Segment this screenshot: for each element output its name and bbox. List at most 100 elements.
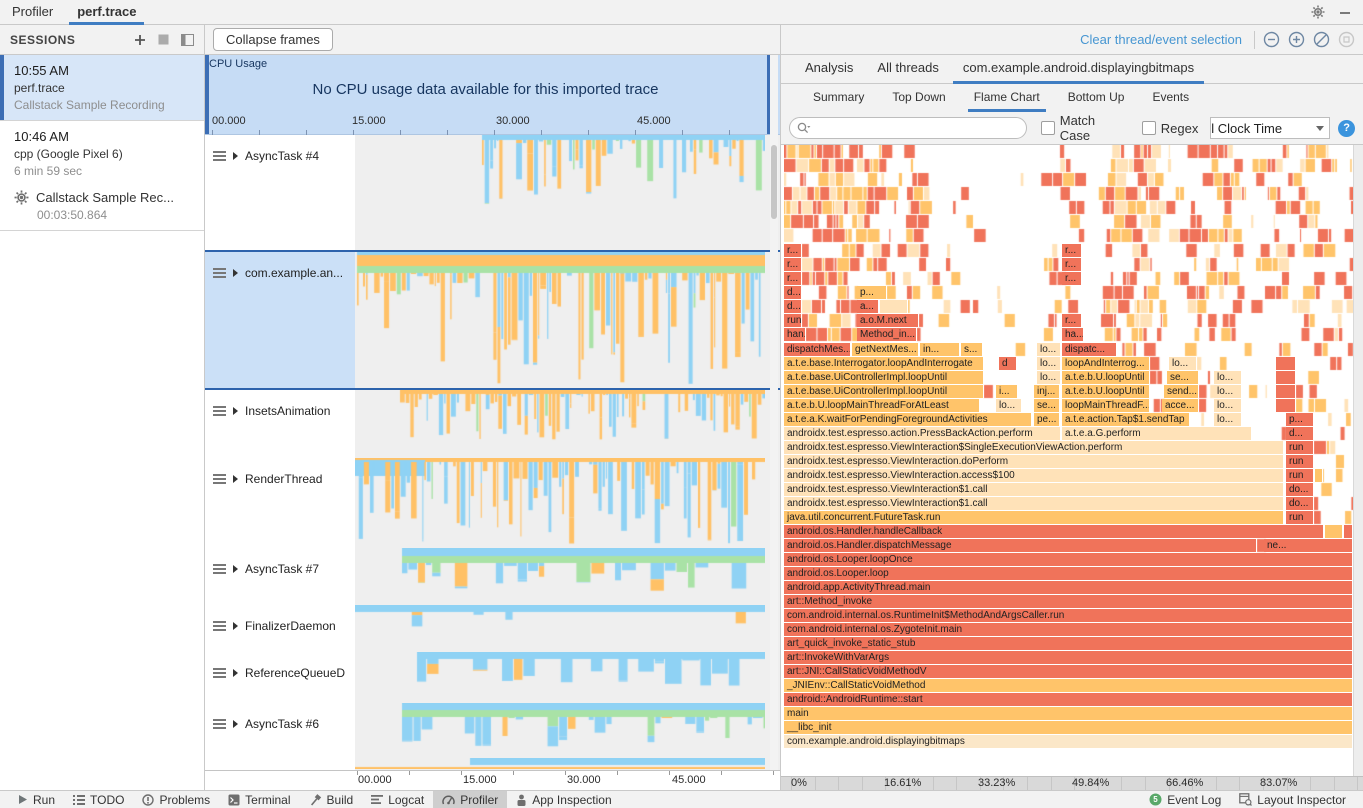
flame-frame[interactable]: androidx.test.espresso.ViewInteraction$1…: [784, 483, 1284, 496]
reset-zoom-icon[interactable]: [1313, 31, 1330, 48]
flame-frame[interactable]: ha...: [1062, 328, 1084, 341]
statusbar-item-terminal[interactable]: Terminal: [219, 791, 299, 808]
thread-activity-chart[interactable]: [355, 458, 765, 547]
expand-arrow-icon[interactable]: [233, 622, 238, 630]
flame-frame[interactable]: d...: [1286, 427, 1314, 440]
flame-frame[interactable]: androidx.test.espresso.ViewInteraction$1…: [784, 497, 1284, 510]
flame-frame[interactable]: acce...: [1162, 399, 1199, 412]
flame-frame[interactable]: d: [999, 357, 1017, 370]
flame-frame[interactable]: dispatchMes...: [784, 343, 851, 356]
subtab-events[interactable]: Events: [1138, 90, 1203, 112]
flame-frame[interactable]: loopMainThreadF...: [1062, 399, 1150, 412]
flame-frame[interactable]: run: [1286, 455, 1314, 468]
threads-scrollbar-thumb[interactable]: [771, 145, 777, 219]
flame-frame[interactable]: lo...: [1037, 371, 1061, 384]
statusbar-item-build[interactable]: Build: [300, 791, 363, 808]
subtab-bottom-up[interactable]: Bottom Up: [1054, 90, 1139, 112]
drag-handle-icon[interactable]: [213, 266, 226, 280]
flame-frame[interactable]: a.t.e.b.U.loopUntil: [1062, 371, 1150, 384]
flame-frame[interactable]: android.os.Looper.loop: [784, 567, 1353, 580]
thread-activity-chart[interactable]: [355, 548, 765, 604]
flame-frame[interactable]: a.t.e.a.G.perform: [1062, 427, 1252, 440]
flame-frame[interactable]: in...: [920, 343, 960, 356]
flame-frame[interactable]: pe...: [1034, 413, 1060, 426]
flame-frame[interactable]: androidx.test.espresso.ViewInteraction.d…: [784, 455, 1284, 468]
tab-analysis[interactable]: Analysis: [793, 60, 865, 83]
thread-activity-chart[interactable]: [355, 758, 765, 769]
flame-frame[interactable]: [1276, 385, 1296, 398]
flame-frame[interactable]: android.os.Handler.handleCallback: [784, 525, 1324, 538]
minimize-icon[interactable]: [1339, 6, 1351, 18]
flame-frame[interactable]: r...: [1062, 272, 1082, 285]
flame-frame[interactable]: lo...: [1214, 413, 1242, 426]
flame-frame[interactable]: getNextMes...: [852, 343, 919, 356]
thread-label-cell[interactable]: [205, 758, 355, 770]
flame-frame[interactable]: lo...: [1169, 357, 1197, 370]
flame-frame[interactable]: r...: [784, 258, 802, 271]
statusbar-item-todo[interactable]: TODO: [64, 791, 133, 808]
flame-frame[interactable]: art_quick_invoke_static_stub: [784, 637, 1353, 650]
flame-frame[interactable]: a.t.e.a.K.waitForPendingForegroundActivi…: [784, 413, 1032, 426]
statusbar-item-app-inspection[interactable]: App Inspection: [507, 791, 620, 808]
expand-arrow-icon[interactable]: [233, 720, 238, 728]
flame-frame[interactable]: a.t.e.base.Interrogator.loopAndInterroga…: [784, 357, 984, 370]
thread-label-cell[interactable]: RenderThread: [205, 458, 355, 548]
clear-selection-link[interactable]: Clear thread/event selection: [1080, 32, 1242, 47]
expand-arrow-icon[interactable]: [233, 269, 238, 277]
flame-frame[interactable]: a.t.e.b.U.loopUntil: [1062, 385, 1150, 398]
flame-frame[interactable]: run: [1286, 511, 1314, 524]
flame-frame[interactable]: androidx.test.espresso.action.PressBackA…: [784, 427, 1061, 440]
drag-handle-icon[interactable]: [213, 619, 226, 633]
statusbar-item-event-log[interactable]: 5Event Log: [1140, 791, 1230, 808]
regex-checkbox[interactable]: Regex: [1142, 121, 1199, 136]
flame-frame[interactable]: lo...: [1214, 385, 1242, 398]
match-case-box[interactable]: [1041, 121, 1055, 135]
flame-frame[interactable]: send...: [1164, 385, 1199, 398]
help-icon[interactable]: ?: [1338, 120, 1355, 137]
flame-frame[interactable]: a.o.M.next: [857, 314, 919, 327]
flame-frame[interactable]: art::JNI::CallStaticVoidMethodV: [784, 665, 1353, 678]
statusbar-item-problems[interactable]: Problems: [133, 791, 219, 808]
collapse-panel-icon[interactable]: [181, 34, 194, 46]
flame-frame[interactable]: art::InvokeWithVarArgs: [784, 651, 1353, 664]
gear-icon[interactable]: [1311, 5, 1325, 19]
flame-frame[interactable]: java.util.concurrent.FutureTask.run: [784, 511, 1284, 524]
threads-scrollbar[interactable]: [770, 55, 778, 770]
flame-frame[interactable]: se...: [1034, 399, 1060, 412]
flame-frame[interactable]: loopAndInterrog...: [1062, 357, 1150, 370]
flame-frame[interactable]: android.os.Looper.loopOnce: [784, 553, 1353, 566]
title-tab-profiler[interactable]: Profiler: [0, 0, 65, 25]
flame-frame[interactable]: a.t.e.action.Tap$1.sendTap: [1062, 413, 1190, 426]
flame-frame[interactable]: p...: [1286, 413, 1314, 426]
search-input[interactable]: [814, 119, 1026, 137]
flame-frame[interactable]: __libc_init: [784, 721, 1353, 734]
flame-frame[interactable]: art::Method_invoke: [784, 595, 1353, 608]
thread-activity-chart[interactable]: [355, 703, 765, 757]
thread-label-cell[interactable]: AsyncTask #6: [205, 703, 355, 758]
tab-all-threads[interactable]: All threads: [865, 60, 950, 83]
flame-frame[interactable]: i...: [996, 385, 1018, 398]
flame-frame[interactable]: android.os.Handler.dispatchMessage: [784, 539, 1257, 552]
subtab-top-down[interactable]: Top Down: [878, 90, 959, 112]
flame-frame[interactable]: run: [1286, 469, 1314, 482]
regex-box[interactable]: [1142, 121, 1156, 135]
flame-frame[interactable]: main: [784, 707, 1353, 720]
flame-frame[interactable]: com.android.internal.os.ZygoteInit.main: [784, 623, 1353, 636]
flame-frame[interactable]: Method_in...: [857, 328, 917, 341]
drag-handle-icon[interactable]: [213, 562, 226, 576]
expand-arrow-icon[interactable]: [233, 669, 238, 677]
flame-frame[interactable]: android.app.ActivityThread.main: [784, 581, 1353, 594]
session-item[interactable]: 10:55 AMperf.traceCallstack Sample Recor…: [0, 55, 204, 121]
flame-frame[interactable]: lo...: [1037, 357, 1061, 370]
tab-com-example-android-displayingbitmaps[interactable]: com.example.android.displayingbitmaps: [951, 60, 1206, 83]
thread-activity-chart[interactable]: [355, 652, 765, 702]
expand-arrow-icon[interactable]: [233, 565, 238, 573]
drag-handle-icon[interactable]: [213, 717, 226, 731]
flame-frame[interactable]: p...: [857, 286, 887, 299]
drag-handle-icon[interactable]: [213, 472, 226, 486]
flame-frame[interactable]: r...: [1062, 314, 1082, 327]
thread-activity-chart[interactable]: [355, 135, 765, 249]
flame-frame[interactable]: lo...: [1214, 371, 1242, 384]
expand-arrow-icon[interactable]: [233, 407, 238, 415]
expand-arrow-icon[interactable]: [233, 152, 238, 160]
